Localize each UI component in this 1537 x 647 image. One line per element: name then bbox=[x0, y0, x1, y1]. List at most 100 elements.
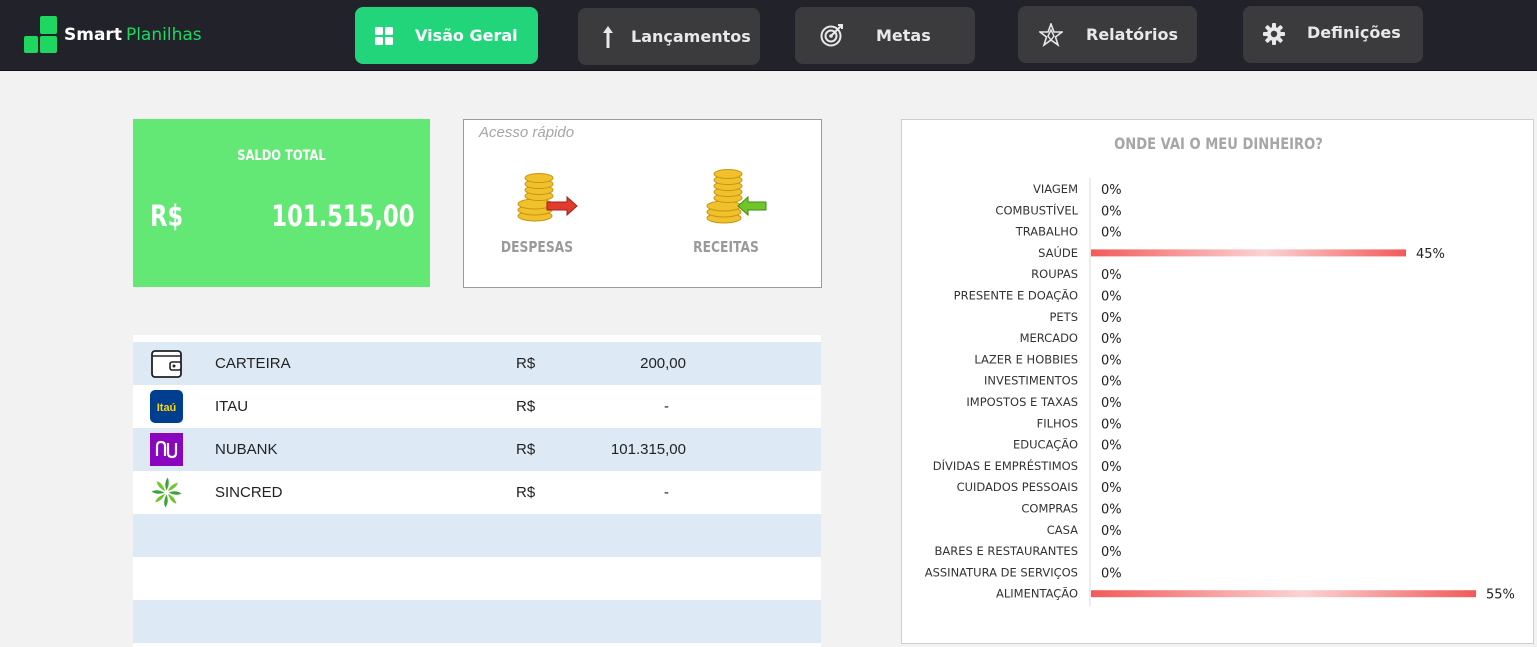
expense-chart-card: ONDE VAI O MEU DINHEIRO? VIAGEM 0% COMBUST… bbox=[901, 119, 1534, 644]
tab-relatorios[interactable]: Relatórios bbox=[1018, 6, 1197, 63]
value-label: 0% bbox=[1101, 332, 1122, 347]
value-label: 0% bbox=[1101, 503, 1122, 518]
account-currency: R$ bbox=[516, 355, 536, 372]
tab-metas[interactable]: Metas bbox=[795, 7, 975, 64]
target-icon bbox=[820, 23, 844, 47]
pin-icon bbox=[596, 25, 620, 49]
accounts-table: CARTEIRA R$ 200,00 Itaú ITAU R$ - NUBANK… bbox=[133, 335, 821, 647]
category-label: CUIDADOS PESSOAIS bbox=[957, 480, 1078, 494]
value-label: 0% bbox=[1101, 545, 1122, 560]
tab-definicoes-label: Definições bbox=[1307, 23, 1401, 42]
value-label: 0% bbox=[1101, 439, 1122, 454]
grid-icon bbox=[372, 24, 396, 48]
category-label: LAZER E HOBBIES bbox=[974, 352, 1078, 366]
quick-access-card: Acesso rápido DESPESAS RECEITAS bbox=[463, 119, 822, 288]
account-row-sincred[interactable]: SINCRED R$ - bbox=[133, 471, 821, 514]
saldo-total-card: SALDO TOTAL R$ 101.515,00 bbox=[133, 119, 430, 287]
account-row-carteira[interactable]: CARTEIRA R$ 200,00 bbox=[133, 342, 821, 385]
despesas-label: DESPESAS bbox=[500, 238, 574, 256]
value-label: 0% bbox=[1101, 417, 1122, 432]
value-label: 0% bbox=[1101, 311, 1122, 326]
brand-second: Planilhas bbox=[125, 25, 202, 45]
category-label: BARES E RESTAURANTES bbox=[935, 544, 1078, 558]
account-name: ITAU bbox=[215, 398, 249, 415]
value-label: 0% bbox=[1101, 375, 1122, 390]
itau-logo-icon: Itaú bbox=[150, 390, 183, 423]
value-label: 55% bbox=[1486, 588, 1515, 603]
category-label: PRESENTE E DOAÇÃO bbox=[954, 288, 1078, 303]
account-row-empty[interactable] bbox=[133, 514, 821, 557]
brand-name: Smart Planilhas bbox=[64, 25, 202, 45]
account-currency: R$ bbox=[516, 484, 536, 501]
account-amount: - bbox=[664, 484, 669, 501]
account-amount: 200,00 bbox=[640, 355, 686, 372]
nubank-logo-icon bbox=[150, 433, 183, 466]
value-label: 0% bbox=[1101, 460, 1122, 475]
category-label: COMBUSTÍVEL bbox=[995, 202, 1078, 217]
category-label: SAÚDE bbox=[1038, 245, 1078, 260]
value-label: 0% bbox=[1101, 353, 1122, 368]
account-amount: - bbox=[664, 398, 669, 415]
saldo-value: 101.515,00 bbox=[270, 199, 414, 233]
category-label: FILHOS bbox=[1037, 416, 1078, 430]
coins-arrow-out-icon bbox=[515, 168, 579, 226]
top-navigation-bar: Smart Planilhas Visão Geral Lançamentos M… bbox=[0, 0, 1537, 71]
coins-arrow-in-icon bbox=[704, 168, 768, 226]
value-label: 0% bbox=[1101, 183, 1122, 198]
tab-relatorios-label: Relatórios bbox=[1086, 25, 1178, 44]
value-label: 0% bbox=[1101, 290, 1122, 305]
bar bbox=[1091, 249, 1406, 257]
tab-lancamentos[interactable]: Lançamentos bbox=[578, 8, 760, 65]
category-label: ASSINATURA DE SERVIÇOS bbox=[925, 565, 1078, 579]
value-label: 45% bbox=[1416, 247, 1445, 262]
category-label: MERCADO bbox=[1020, 331, 1078, 345]
brand-first: Smart bbox=[64, 25, 122, 45]
category-label: INVESTIMENTOS bbox=[984, 374, 1078, 388]
category-label: IMPOSTOS E TAXAS bbox=[966, 395, 1078, 409]
category-label: PETS bbox=[1049, 310, 1078, 324]
itau-logo-text: Itaú bbox=[157, 402, 177, 414]
tab-visao-geral-label: Visão Geral bbox=[415, 26, 518, 45]
category-label: CASA bbox=[1047, 523, 1078, 537]
account-currency: R$ bbox=[516, 441, 536, 458]
category-label: EDUCAÇÃO bbox=[1013, 437, 1078, 452]
logo-mark-icon bbox=[24, 16, 60, 54]
value-label: 0% bbox=[1101, 566, 1122, 581]
bar bbox=[1091, 590, 1476, 598]
sicredi-logo-icon bbox=[150, 476, 183, 509]
account-row-empty[interactable] bbox=[133, 600, 821, 643]
category-label: TRABALHO bbox=[1015, 225, 1078, 239]
tab-definicoes[interactable]: Definições bbox=[1243, 6, 1423, 63]
tab-metas-label: Metas bbox=[876, 26, 931, 45]
tab-visao-geral[interactable]: Visão Geral bbox=[355, 7, 538, 64]
receitas-label: RECEITAS bbox=[693, 238, 759, 256]
value-label: 0% bbox=[1101, 268, 1122, 283]
tab-lancamentos-label: Lançamentos bbox=[631, 27, 751, 46]
value-label: 0% bbox=[1101, 204, 1122, 219]
category-label: ROUPAS bbox=[1031, 267, 1078, 281]
account-row-itau[interactable]: Itaú ITAU R$ - bbox=[133, 385, 821, 428]
quick-access-title: Acesso rápido bbox=[479, 124, 575, 141]
value-label: 0% bbox=[1101, 524, 1122, 539]
account-name: SINCRED bbox=[215, 484, 283, 501]
category-label: VIAGEM bbox=[1033, 182, 1078, 196]
expense-bar-chart: VIAGEM 0% COMBUSTÍVEL 0% TRABALHO 0% SAÚDE 45% R… bbox=[925, 178, 1515, 606]
account-row-nubank[interactable]: NUBANK R$ 101.315,00 bbox=[133, 428, 821, 471]
value-label: 0% bbox=[1101, 396, 1122, 411]
value-label: 0% bbox=[1101, 481, 1122, 496]
brand-logo[interactable]: Smart Planilhas bbox=[24, 16, 202, 54]
account-name: CARTEIRA bbox=[215, 355, 291, 372]
receitas-button[interactable]: RECEITAS bbox=[666, 168, 786, 268]
despesas-button[interactable]: DESPESAS bbox=[477, 168, 597, 268]
account-row-empty[interactable] bbox=[133, 557, 821, 600]
category-label: COMPRAS bbox=[1021, 502, 1078, 516]
account-currency: R$ bbox=[516, 398, 536, 415]
category-label: ALIMENTAÇÃO bbox=[996, 586, 1078, 601]
account-name: NUBANK bbox=[215, 441, 278, 458]
star-chart-icon bbox=[1039, 23, 1063, 47]
wallet-icon bbox=[150, 347, 183, 380]
account-amount: 101.315,00 bbox=[610, 441, 686, 458]
category-label: DÍVIDAS E EMPRÉSTIMOS bbox=[933, 458, 1078, 473]
gear-icon bbox=[1262, 22, 1286, 46]
value-label: 0% bbox=[1101, 226, 1122, 241]
